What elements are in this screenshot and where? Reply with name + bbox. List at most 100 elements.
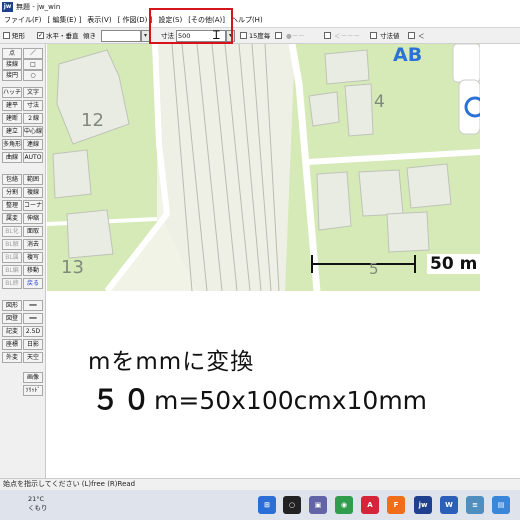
tool-button-11-0[interactable]: 整理 <box>2 200 22 211</box>
tool-button-14-0[interactable]: BL解 <box>2 239 22 250</box>
tool-button-8-0[interactable]: 曲線 <box>2 152 22 163</box>
tool-button-12-0[interactable]: 属変 <box>2 213 22 224</box>
tool-button-13-1[interactable]: 面取 <box>23 226 43 237</box>
tool-button-17-1[interactable]: 戻る <box>23 278 43 289</box>
map-ab-label: AB <box>393 44 423 66</box>
tool-button-16-1[interactable]: 移動 <box>23 265 43 276</box>
tool-button-13-0[interactable]: BL化 <box>2 226 22 237</box>
tool-button-14-1[interactable]: 消去 <box>23 239 43 250</box>
search-icon[interactable]: ○ <box>283 496 301 514</box>
menu-bar: ファイル(F) [ 編集(E) ] 表示(V) [ 作図(D) ] 設定(S) … <box>0 14 520 26</box>
tool-button-21-1[interactable]: 日影 <box>23 339 43 350</box>
tool-button-0-0[interactable]: 点 <box>2 48 22 59</box>
tool-button-3-0[interactable]: ハッチ <box>2 87 22 98</box>
tool-button-17-0[interactable]: BL終 <box>2 278 22 289</box>
tool-button-15-0[interactable]: BL属 <box>2 252 22 263</box>
lt-checkbox[interactable] <box>408 32 415 39</box>
tool-button-10-1[interactable]: 複線 <box>23 187 43 198</box>
teams-icon[interactable]: ▣ <box>309 496 327 514</box>
status-bar: 始点を指示してください (L)free (R)Read <box>0 478 520 490</box>
tool-button-2-1[interactable]: ○ <box>23 70 43 81</box>
menu-edit[interactable]: [ 編集(E) ] <box>48 14 82 26</box>
tool-button-1-1[interactable]: □ <box>23 59 43 70</box>
tool-button-0-1[interactable]: ／ <box>23 48 43 59</box>
tool-button-16-0[interactable]: BL編 <box>2 265 22 276</box>
jwwin-app-icon: jw <box>2 2 13 12</box>
tool-button-9-0[interactable]: 包絡 <box>2 174 22 185</box>
caption-number: ５０ <box>92 385 154 416</box>
tool-button-18-1[interactable]: ━━ <box>23 300 43 311</box>
map-block-13-label: 13 <box>61 257 84 278</box>
window-title: 無題 - jw_win <box>16 3 61 11</box>
tool-button-1-0[interactable]: 接線 <box>2 59 22 70</box>
tool-button-3-1[interactable]: 文字 <box>23 87 43 98</box>
tool-button-10-0[interactable]: 分割 <box>2 187 22 198</box>
tool-button-12-1[interactable]: 伸縮 <box>23 213 43 224</box>
map-block-4-label: 4 <box>374 92 385 112</box>
tool-button-19-1[interactable]: ━━ <box>23 313 43 324</box>
acrobat-icon[interactable]: A <box>361 496 379 514</box>
map-block-5-label: 5 <box>369 260 379 278</box>
windows-start-icon[interactable]: ⊞ <box>258 496 276 514</box>
tool-button-7-1[interactable]: 連線 <box>23 139 43 150</box>
hv-checkbox[interactable]: ✓ <box>37 32 44 39</box>
notepad-icon[interactable]: ≡ <box>466 496 484 514</box>
photos-icon[interactable]: ▤ <box>492 496 510 514</box>
lt-label: ＜ <box>418 32 425 40</box>
tool-button-19-0[interactable]: 図登 <box>2 313 22 324</box>
jwwin-icon[interactable]: jw <box>414 496 432 514</box>
taskbar: 21°C くもり ⊞ ○ ▣ ◉ A Fjw W ≡ ▤ <box>0 490 520 520</box>
rect-checkbox[interactable] <box>3 32 10 39</box>
option-a-label: ●－－ <box>286 32 305 40</box>
tool-button-21-0[interactable]: 座標 <box>2 339 22 350</box>
tool-button-20-0[interactable]: 記変 <box>2 326 22 337</box>
map-badge-box <box>458 79 480 135</box>
slope-input[interactable] <box>101 30 141 42</box>
dim-value-checkbox[interactable] <box>370 32 377 39</box>
tool-button-11-1[interactable]: コーナー <box>23 200 43 211</box>
caption-formula: m=50x100cmx10mm <box>154 386 428 415</box>
map-canvas[interactable]: AB 4 12 13 5 50 m <box>47 44 480 291</box>
tool-button-6-1[interactable]: 中心線 <box>23 126 43 137</box>
option-a-checkbox[interactable] <box>275 32 282 39</box>
menu-draw[interactable]: [ 作図(D) ] <box>118 14 153 26</box>
hv-label: 水平・垂直 <box>46 32 79 40</box>
caption-line2: ５０m=50x100cmx10mm <box>92 378 427 417</box>
tool-button-22-0[interactable]: 外変 <box>2 352 22 363</box>
menu-help[interactable]: ヘルプ(H) <box>231 14 263 26</box>
tool-button-22-1[interactable]: 天空 <box>23 352 43 363</box>
map-block-12-label: 12 <box>81 110 104 131</box>
tool-button-18-0[interactable]: 図形 <box>2 300 22 311</box>
tool-button-7-0[interactable]: 多角形 <box>2 139 22 150</box>
chrome-icon[interactable]: ◉ <box>335 496 353 514</box>
tool-button-4-0[interactable]: 建平 <box>2 100 22 111</box>
tool-button-5-1[interactable]: ２線 <box>23 113 43 124</box>
map-scale-label: 50 m <box>427 254 480 274</box>
weather-condition: くもり <box>28 504 48 512</box>
slope-label: 傾き <box>83 32 96 40</box>
option-b-label: ＜－－－ <box>334 32 360 40</box>
tool-button-23-1[interactable]: 画像 <box>23 372 43 383</box>
tool-button-2-0[interactable]: 接円 <box>2 70 22 81</box>
menu-view[interactable]: 表示(V) <box>87 14 111 26</box>
tool-button-6-0[interactable]: 建立 <box>2 126 22 137</box>
tool-palette: 点／接線 □ 接円 ○ ハッチ 文字 建平 寸法 建断 ２線 建立 中心線 多角形 連線 曲線 AUTO 包絡範… <box>0 44 46 478</box>
tool-button-15-1[interactable]: 複写 <box>23 252 43 263</box>
tool-button-8-1[interactable]: AUTO <box>23 152 43 163</box>
caption-line1: mをmmに変換 <box>88 349 255 375</box>
rect-label: 矩形 <box>12 32 25 40</box>
menu-file[interactable]: ファイル(F) <box>4 14 42 26</box>
tool-button-24-1[interactable]: ｿﾘｯﾄﾞ <box>23 385 43 396</box>
f-app-icon[interactable]: F <box>387 496 405 514</box>
tool-button-5-0[interactable]: 建断 <box>2 113 22 124</box>
step15-checkbox[interactable] <box>240 32 247 39</box>
tool-button-9-1[interactable]: 範囲 <box>23 174 43 185</box>
weather-widget[interactable]: 21°C くもり <box>28 495 48 513</box>
tool-button-4-1[interactable]: 寸法 <box>23 100 43 111</box>
option-b-checkbox[interactable] <box>324 32 331 39</box>
step15-label: 15度毎 <box>249 32 271 40</box>
highlight-annotation-box <box>149 8 233 44</box>
tool-button-20-1[interactable]: 2.5D <box>23 326 43 337</box>
map-sign-box <box>452 44 480 83</box>
word-icon[interactable]: W <box>440 496 458 514</box>
